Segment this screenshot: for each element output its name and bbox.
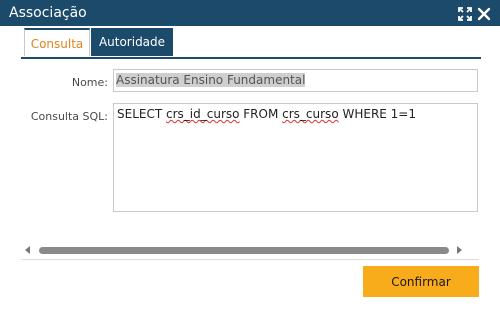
sql-text-part: WHERE 1=1 bbox=[338, 107, 416, 121]
tab-bar: Consulta Autoridade bbox=[21, 28, 481, 59]
nome-input[interactable]: Assinatura Ensino Fundamental bbox=[113, 69, 478, 92]
tab-autoridade[interactable]: Autoridade bbox=[91, 28, 173, 56]
scrollbar-thumb[interactable] bbox=[39, 247, 449, 254]
sql-query-textarea[interactable]: SELECT crs_id_curso FROM crs_curso WHERE… bbox=[113, 103, 478, 212]
sql-text-part: FROM bbox=[239, 107, 283, 121]
sql-text-part-misspelled: crs_curso bbox=[282, 107, 339, 121]
maximize-icon[interactable] bbox=[458, 6, 472, 21]
close-icon[interactable] bbox=[477, 6, 491, 21]
dialog-title: Associação bbox=[9, 5, 87, 21]
scroll-left-arrow-icon[interactable] bbox=[25, 246, 30, 254]
nome-input-value: Assinatura Ensino Fundamental bbox=[116, 73, 306, 87]
scroll-right-arrow-icon[interactable] bbox=[457, 246, 462, 254]
association-dialog: Associação Consulta Autoridade Nome: Ass… bbox=[0, 0, 500, 324]
sql-text-part: SELECT bbox=[117, 107, 166, 121]
title-bar[interactable]: Associação bbox=[0, 0, 500, 26]
tab-consulta[interactable]: Consulta bbox=[24, 28, 90, 56]
confirm-button[interactable]: Confirmar bbox=[363, 266, 479, 297]
nome-label: Nome: bbox=[71, 76, 108, 89]
sql-text-part-misspelled: crs_id_curso bbox=[166, 107, 240, 121]
horizontal-scrollbar[interactable] bbox=[21, 242, 479, 260]
sql-query-label: Consulta SQL: bbox=[30, 110, 108, 123]
